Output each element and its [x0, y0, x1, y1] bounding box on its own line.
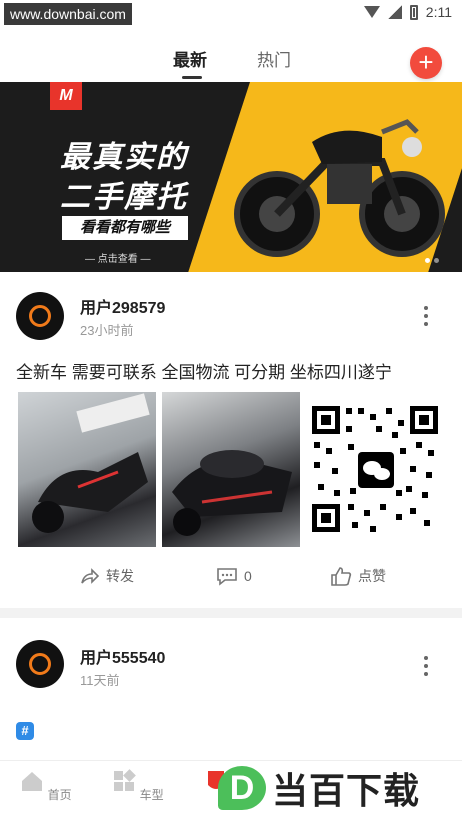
post-username[interactable]: 用户298579	[80, 294, 165, 318]
tab-active-indicator	[182, 76, 202, 79]
post-username[interactable]: 用户555540	[80, 644, 165, 668]
nav-home-label: 首页	[47, 788, 72, 802]
nav-models-label: 车型	[139, 788, 164, 802]
share-icon	[81, 568, 100, 584]
feed-tabs: 最新 热门 +	[0, 26, 462, 82]
nav-home[interactable]: 首页	[16, 769, 76, 803]
thumbs-up-icon	[331, 567, 352, 586]
banner-headline-1: 最真实的	[60, 141, 188, 174]
tab-hot[interactable]: 热门	[257, 46, 291, 71]
status-icons: 2:11	[363, 4, 452, 20]
banner-dot-active	[425, 258, 430, 263]
watermark-logo: D	[218, 766, 266, 810]
hashtag-icon[interactable]: #	[16, 722, 34, 740]
post-photo[interactable]	[18, 392, 156, 547]
banner-headline-2: 二手摩托	[60, 181, 188, 214]
watermark-url: www.downbai.com	[4, 3, 132, 25]
post-time: 11天前	[80, 673, 120, 688]
watermark-brand: D 当百下载	[218, 762, 420, 814]
home-icon	[22, 772, 43, 791]
more-options-icon[interactable]	[420, 306, 432, 330]
signal-icon	[387, 5, 402, 19]
share-label: 转发	[106, 568, 134, 584]
clock: 2:11	[425, 4, 452, 20]
banner-dot	[434, 258, 439, 263]
post-photo[interactable]	[162, 392, 300, 547]
status-bar: www.downbai.com 2:11	[0, 0, 462, 26]
post-actions: 转发 0 点赞	[0, 560, 462, 590]
banner-pagination	[425, 258, 439, 263]
comment-button[interactable]: 0	[216, 566, 252, 586]
add-post-button[interactable]: +	[410, 47, 442, 79]
post-card: 用户298579 23小时前 全新车 需要可联系 全国物流 可分期 坐标四川遂宁	[0, 272, 462, 608]
like-label: 点赞	[358, 568, 386, 584]
nav-models[interactable]: 车型	[108, 769, 168, 803]
comment-count: 0	[244, 568, 252, 584]
post-text: 全新车 需要可联系 全国物流 可分期 坐标四川遂宁	[16, 363, 392, 382]
post-card: 用户555540 11天前	[0, 618, 462, 760]
promo-banner[interactable]: M 最真实的 二手摩托 看看都有哪些 — 点击查看 —	[0, 82, 462, 272]
banner-cta: — 点击查看 —	[85, 254, 151, 265]
comment-icon	[217, 568, 237, 586]
banner-logo: M	[50, 82, 82, 110]
banner-tagline: 看看都有哪些	[62, 216, 188, 240]
battery-icon	[409, 4, 418, 20]
share-button[interactable]: 转发	[80, 566, 134, 586]
watermark-text: 当百下载	[272, 770, 421, 811]
grid-icon	[114, 769, 137, 791]
like-button[interactable]: 点赞	[330, 566, 386, 586]
avatar[interactable]	[16, 640, 64, 688]
post-divider	[0, 608, 462, 618]
qr-code-image[interactable]	[306, 392, 444, 547]
motorcycle-image	[234, 119, 445, 257]
post-time: 23小时前	[80, 323, 134, 338]
tab-latest[interactable]: 最新	[173, 46, 207, 71]
avatar[interactable]	[16, 292, 64, 340]
wifi-icon	[363, 6, 380, 18]
more-options-icon[interactable]	[420, 656, 432, 680]
